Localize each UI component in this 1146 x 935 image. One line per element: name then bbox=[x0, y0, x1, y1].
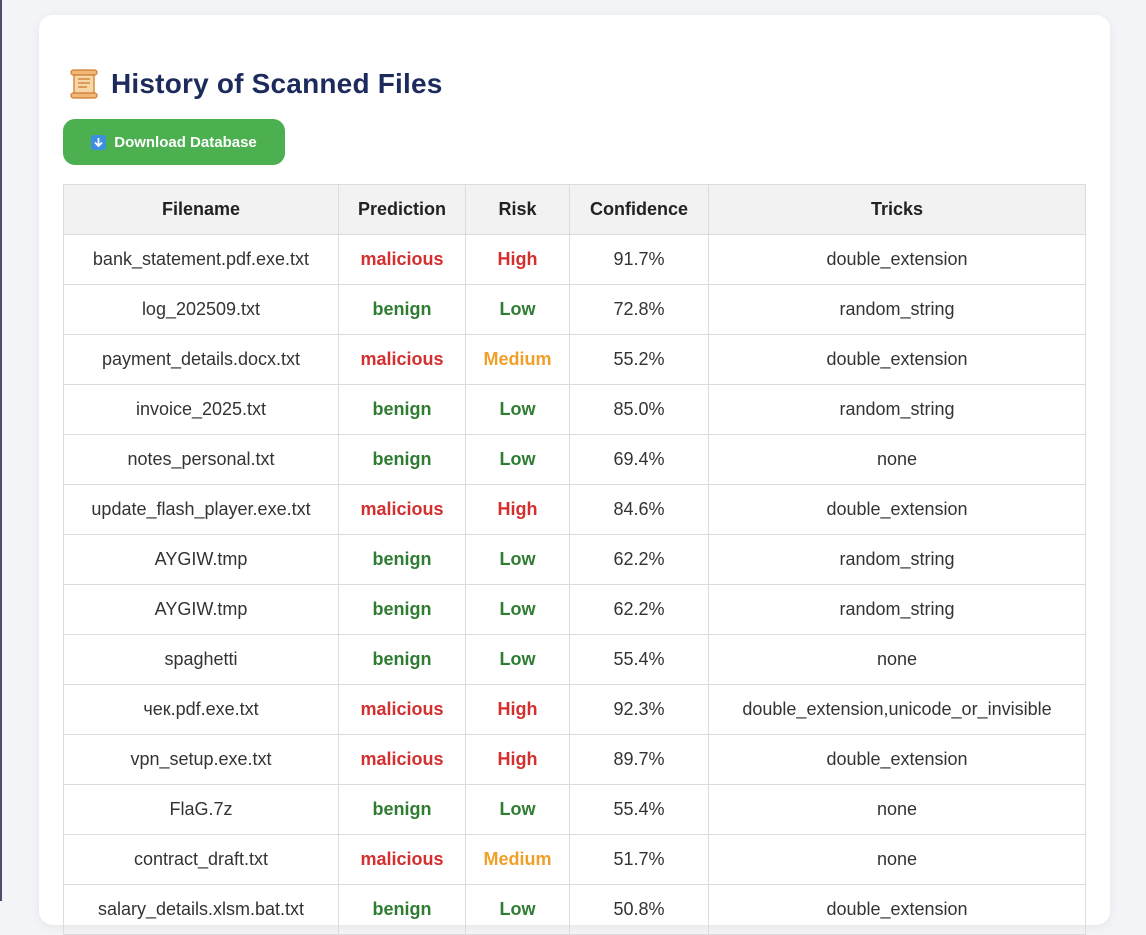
confidence-cell: 62.2% bbox=[569, 534, 709, 585]
download-database-button[interactable]: Download Database bbox=[63, 119, 285, 165]
confidence-cell: 85.0% bbox=[569, 384, 709, 435]
risk-cell: High bbox=[465, 684, 570, 735]
filename-cell: notes_personal.txt bbox=[63, 434, 339, 485]
confidence-cell: 62.2% bbox=[569, 584, 709, 635]
risk-cell: Low bbox=[465, 534, 570, 585]
tricks-cell: none bbox=[708, 434, 1086, 485]
window-edge bbox=[0, 0, 2, 901]
risk-cell: High bbox=[465, 734, 570, 785]
prediction-cell: benign bbox=[338, 784, 466, 835]
filename-cell: vpn_setup.exe.txt bbox=[63, 734, 339, 785]
filename-cell: FlaG.7z bbox=[63, 784, 339, 835]
risk-cell: Low bbox=[465, 784, 570, 835]
risk-cell: Medium bbox=[465, 834, 570, 885]
table-row[interactable]: invoice_2025.txt benign Low 85.0% random_str… bbox=[63, 384, 1086, 435]
prediction-cell: malicious bbox=[338, 734, 466, 785]
filename-cell: salary_details.xlsm.bat.txt bbox=[63, 884, 339, 935]
table-row[interactable]: payment_details.docx.txt malicious Medium 5… bbox=[63, 334, 1086, 385]
tricks-cell: random_string bbox=[708, 534, 1086, 585]
tricks-cell: double_extension bbox=[708, 334, 1086, 385]
tricks-cell: random_string bbox=[708, 584, 1086, 635]
prediction-cell: benign bbox=[338, 284, 466, 335]
filename-cell: invoice_2025.txt bbox=[63, 384, 339, 435]
column-header-prediction[interactable]: Prediction bbox=[338, 184, 466, 235]
filename-cell: update_flash_player.exe.txt bbox=[63, 484, 339, 535]
confidence-cell: 55.2% bbox=[569, 334, 709, 385]
table-row[interactable]: update_flash_player.exe.txt malicious High… bbox=[63, 484, 1086, 535]
prediction-cell: benign bbox=[338, 384, 466, 435]
column-header-tricks[interactable]: Tricks bbox=[708, 184, 1086, 235]
tricks-cell: random_string bbox=[708, 384, 1086, 435]
filename-cell: чек.pdf.exe.txt bbox=[63, 684, 339, 735]
risk-cell: Low bbox=[465, 384, 570, 435]
column-header-filename[interactable]: Filename bbox=[63, 184, 339, 235]
confidence-cell: 55.4% bbox=[569, 784, 709, 835]
prediction-cell: malicious bbox=[338, 234, 466, 285]
column-header-confidence[interactable]: Confidence bbox=[569, 184, 709, 235]
table-row[interactable]: spaghetti benign Low 55.4% none bbox=[63, 634, 1086, 685]
prediction-cell: malicious bbox=[338, 334, 466, 385]
risk-cell: Low bbox=[465, 284, 570, 335]
filename-cell: bank_statement.pdf.exe.txt bbox=[63, 234, 339, 285]
download-database-label: Download Database bbox=[114, 133, 257, 151]
tricks-cell: random_string bbox=[708, 284, 1086, 335]
confidence-cell: 69.4% bbox=[569, 434, 709, 485]
prediction-cell: benign bbox=[338, 634, 466, 685]
risk-cell: Low bbox=[465, 634, 570, 685]
table-row[interactable]: AYGIW.tmp benign Low 62.2% random_string bbox=[63, 584, 1086, 635]
confidence-cell: 72.8% bbox=[569, 284, 709, 335]
tricks-cell: none bbox=[708, 834, 1086, 885]
confidence-cell: 91.7% bbox=[569, 234, 709, 285]
confidence-cell: 50.8% bbox=[569, 884, 709, 935]
prediction-cell: malicious bbox=[338, 834, 466, 885]
tricks-cell: none bbox=[708, 634, 1086, 685]
table-row[interactable]: чек.pdf.exe.txt malicious High 92.3% double_… bbox=[63, 684, 1086, 735]
table-row[interactable]: AYGIW.tmp benign Low 62.2% random_string bbox=[63, 534, 1086, 585]
tricks-cell: none bbox=[708, 784, 1086, 835]
risk-cell: Low bbox=[465, 434, 570, 485]
tricks-cell: double_extension,unicode_or_invisible bbox=[708, 684, 1086, 735]
prediction-cell: malicious bbox=[338, 484, 466, 535]
risk-cell: High bbox=[465, 234, 570, 285]
tricks-cell: double_extension bbox=[708, 484, 1086, 535]
table-row[interactable]: notes_personal.txt benign Low 69.4% none bbox=[63, 434, 1086, 485]
confidence-cell: 92.3% bbox=[569, 684, 709, 735]
prediction-cell: benign bbox=[338, 884, 466, 935]
page-header: History of Scanned Files bbox=[67, 67, 443, 101]
table-row[interactable]: log_202509.txt benign Low 72.8% random_strin… bbox=[63, 284, 1086, 335]
filename-cell: AYGIW.tmp bbox=[63, 584, 339, 635]
risk-cell: Low bbox=[465, 584, 570, 635]
filename-cell: AYGIW.tmp bbox=[63, 534, 339, 585]
scroll-icon bbox=[67, 67, 101, 101]
prediction-cell: benign bbox=[338, 584, 466, 635]
filename-cell: contract_draft.txt bbox=[63, 834, 339, 885]
risk-cell: High bbox=[465, 484, 570, 535]
table-row[interactable]: vpn_setup.exe.txt malicious High 89.7% doubl… bbox=[63, 734, 1086, 785]
tricks-cell: double_extension bbox=[708, 884, 1086, 935]
tricks-cell: double_extension bbox=[708, 734, 1086, 785]
confidence-cell: 84.6% bbox=[569, 484, 709, 535]
table-row[interactable]: FlaG.7z benign Low 55.4% none bbox=[63, 784, 1086, 835]
filename-cell: spaghetti bbox=[63, 634, 339, 685]
confidence-cell: 51.7% bbox=[569, 834, 709, 885]
table-row[interactable]: salary_details.xlsm.bat.txt benign Low 50.8… bbox=[63, 884, 1086, 935]
tricks-cell: double_extension bbox=[708, 234, 1086, 285]
table-row[interactable]: contract_draft.txt malicious Medium 51.7% no… bbox=[63, 834, 1086, 885]
filename-cell: log_202509.txt bbox=[63, 284, 339, 335]
risk-cell: Low bbox=[465, 884, 570, 935]
prediction-cell: benign bbox=[338, 434, 466, 485]
confidence-cell: 55.4% bbox=[569, 634, 709, 685]
table-header-row: Filename Prediction Risk Confidence Tric… bbox=[63, 184, 1086, 235]
table-row[interactable]: bank_statement.pdf.exe.txt malicious High 9… bbox=[63, 234, 1086, 285]
risk-cell: Medium bbox=[465, 334, 570, 385]
page-title: History of Scanned Files bbox=[111, 68, 443, 99]
filename-cell: payment_details.docx.txt bbox=[63, 334, 339, 385]
prediction-cell: benign bbox=[338, 534, 466, 585]
history-table: Filename Prediction Risk Confidence Tric… bbox=[63, 184, 1086, 935]
prediction-cell: malicious bbox=[338, 684, 466, 735]
column-header-risk[interactable]: Risk bbox=[465, 184, 570, 235]
download-arrow-icon bbox=[91, 134, 107, 150]
history-card: History of Scanned Files Download Databa… bbox=[39, 15, 1110, 935]
confidence-cell: 89.7% bbox=[569, 734, 709, 785]
